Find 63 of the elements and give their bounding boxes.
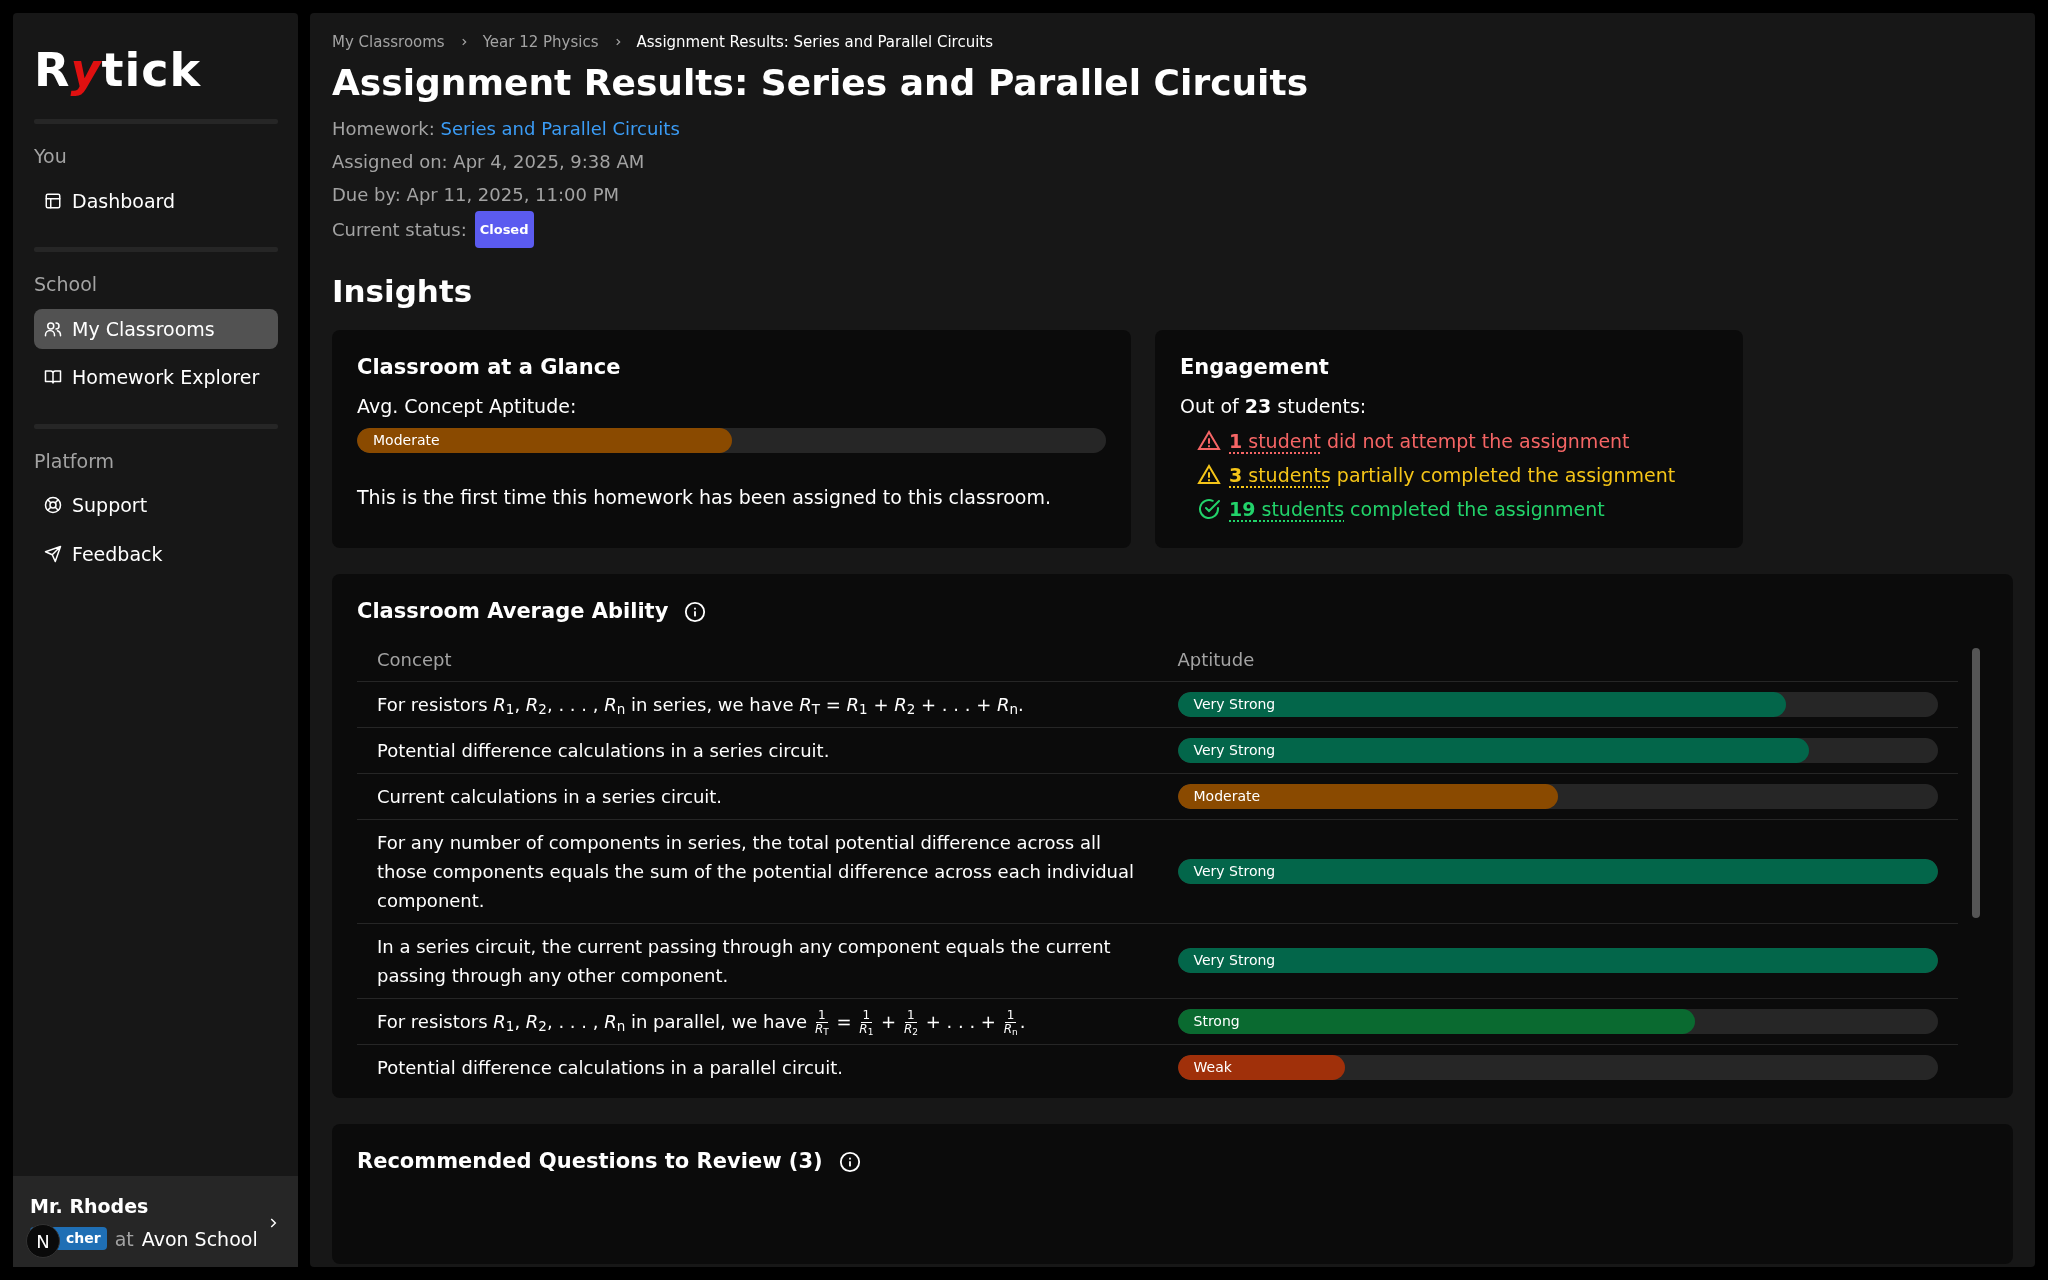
aptitude-bar-fill: Very Strong bbox=[1177, 858, 1938, 884]
section-title: School bbox=[34, 272, 99, 297]
concept-cell: Current calculations in a series circuit. bbox=[357, 773, 1158, 819]
user-name: Mr. Rhodes bbox=[30, 1194, 150, 1219]
users-icon bbox=[44, 319, 62, 338]
scrollbar[interactable] bbox=[1972, 647, 1980, 918]
aptitude-bar-fill: Very Strong bbox=[1177, 948, 1938, 973]
aptitude-bar-fill: Strong bbox=[1177, 1008, 1695, 1034]
concept-cell: For any number of components in series, the total potential difference across all those components equals the sum of the potential difference across each individual component. bbox=[357, 819, 1158, 923]
section-title: You bbox=[34, 144, 68, 169]
card-title: Engagement bbox=[1180, 354, 1330, 381]
concept-cell: For resistors R$_{1}$, R$_{2}$, . . . , R$_{n}$ in series, we have R$_{T}$ = R$_{1}$ + R$_{2}$ + . . . + R$_{n}$. bbox=[357, 681, 1158, 727]
page-title: Assignment Results: Series and Parallel Circuits bbox=[332, 60, 1310, 105]
breadcrumb-item[interactable]: Year 12 Physics bbox=[482, 31, 599, 54]
card-title: Recommended Questions to Review (3) bbox=[357, 1148, 823, 1175]
book-icon bbox=[44, 368, 62, 387]
column-header: Aptitude bbox=[1157, 641, 1958, 681]
aptitude-bar-fill: Very Strong bbox=[1177, 737, 1809, 763]
engagement-text: 1 student did not attempt the assignment bbox=[1229, 429, 1630, 454]
engagement-text: 19 students completed the assignment bbox=[1229, 497, 1605, 522]
section-title: Platform bbox=[34, 448, 116, 474]
card-title: Classroom Average Ability bbox=[357, 598, 669, 625]
status-label: Current status: bbox=[332, 217, 467, 242]
info-icon[interactable] bbox=[838, 1150, 861, 1173]
check-circle-icon bbox=[1197, 497, 1221, 521]
aptitude-label: Avg. Concept Aptitude: bbox=[357, 393, 578, 419]
breadcrumb-item[interactable]: My Classrooms bbox=[332, 31, 445, 54]
section-heading: Insights bbox=[332, 271, 474, 311]
concept-cell: Potential difference calculations in a series circuit. bbox=[357, 727, 1158, 773]
engagement-summary: Out of 23 students: bbox=[1180, 393, 1368, 419]
concept-cell: In a series circuit, the current passing through any component equals the current passing through any other component. bbox=[357, 923, 1158, 998]
students-link[interactable]: 1 student bbox=[1229, 430, 1321, 452]
homework-link[interactable]: Series and Parallel Circuits bbox=[440, 117, 680, 139]
homework-label: Homework: bbox=[332, 117, 435, 139]
sidebar-item[interactable]: Homework Explorer bbox=[34, 357, 278, 398]
dev-badge[interactable]: N bbox=[26, 1224, 60, 1258]
sidebar-item[interactable]: Feedback bbox=[34, 533, 278, 574]
card-title: Classroom at a Glance bbox=[357, 354, 622, 381]
lifebuoy-icon bbox=[44, 496, 62, 515]
sidebar-item[interactable]: Support bbox=[34, 485, 278, 526]
breadcrumb-item: Assignment Results: Series and Parallel Circuits bbox=[636, 32, 993, 53]
students-link[interactable]: 19 students bbox=[1229, 498, 1345, 520]
school-name: Avon School bbox=[141, 1226, 258, 1252]
warning-icon bbox=[1197, 429, 1221, 453]
card-note: This is the first time this homework has been assigned to this classroom. bbox=[357, 485, 1052, 510]
engagement-text: 3 students partially completed the assignment bbox=[1229, 463, 1676, 488]
aptitude-bar-fill: Weak bbox=[1177, 1055, 1345, 1080]
warning-icon bbox=[1197, 463, 1221, 487]
sidebar-item[interactable]: Dashboard bbox=[34, 180, 278, 221]
concept-cell: Potential difference calculations in a parallel circuit. bbox=[357, 1044, 1158, 1082]
aptitude-bar-fill: Moderate bbox=[1177, 783, 1558, 809]
students-link[interactable]: 3 students bbox=[1229, 464, 1331, 486]
sidebar-item[interactable]: My Classrooms bbox=[34, 308, 278, 349]
aptitude-bar-fill: Very Strong bbox=[1177, 691, 1786, 717]
layout-icon bbox=[44, 191, 62, 210]
school-prefix: at bbox=[114, 1226, 134, 1252]
status-badge: Closed bbox=[474, 210, 534, 248]
assigned-date: Assigned on: Apr 4, 2025, 9:38 AM bbox=[332, 150, 645, 172]
send-icon bbox=[44, 544, 62, 563]
due-date: Due by: Apr 11, 2025, 11:00 PM bbox=[332, 183, 620, 205]
column-header: Concept bbox=[357, 641, 1158, 681]
info-icon[interactable] bbox=[684, 600, 707, 623]
aptitude-bar-fill: Moderate bbox=[357, 428, 732, 453]
